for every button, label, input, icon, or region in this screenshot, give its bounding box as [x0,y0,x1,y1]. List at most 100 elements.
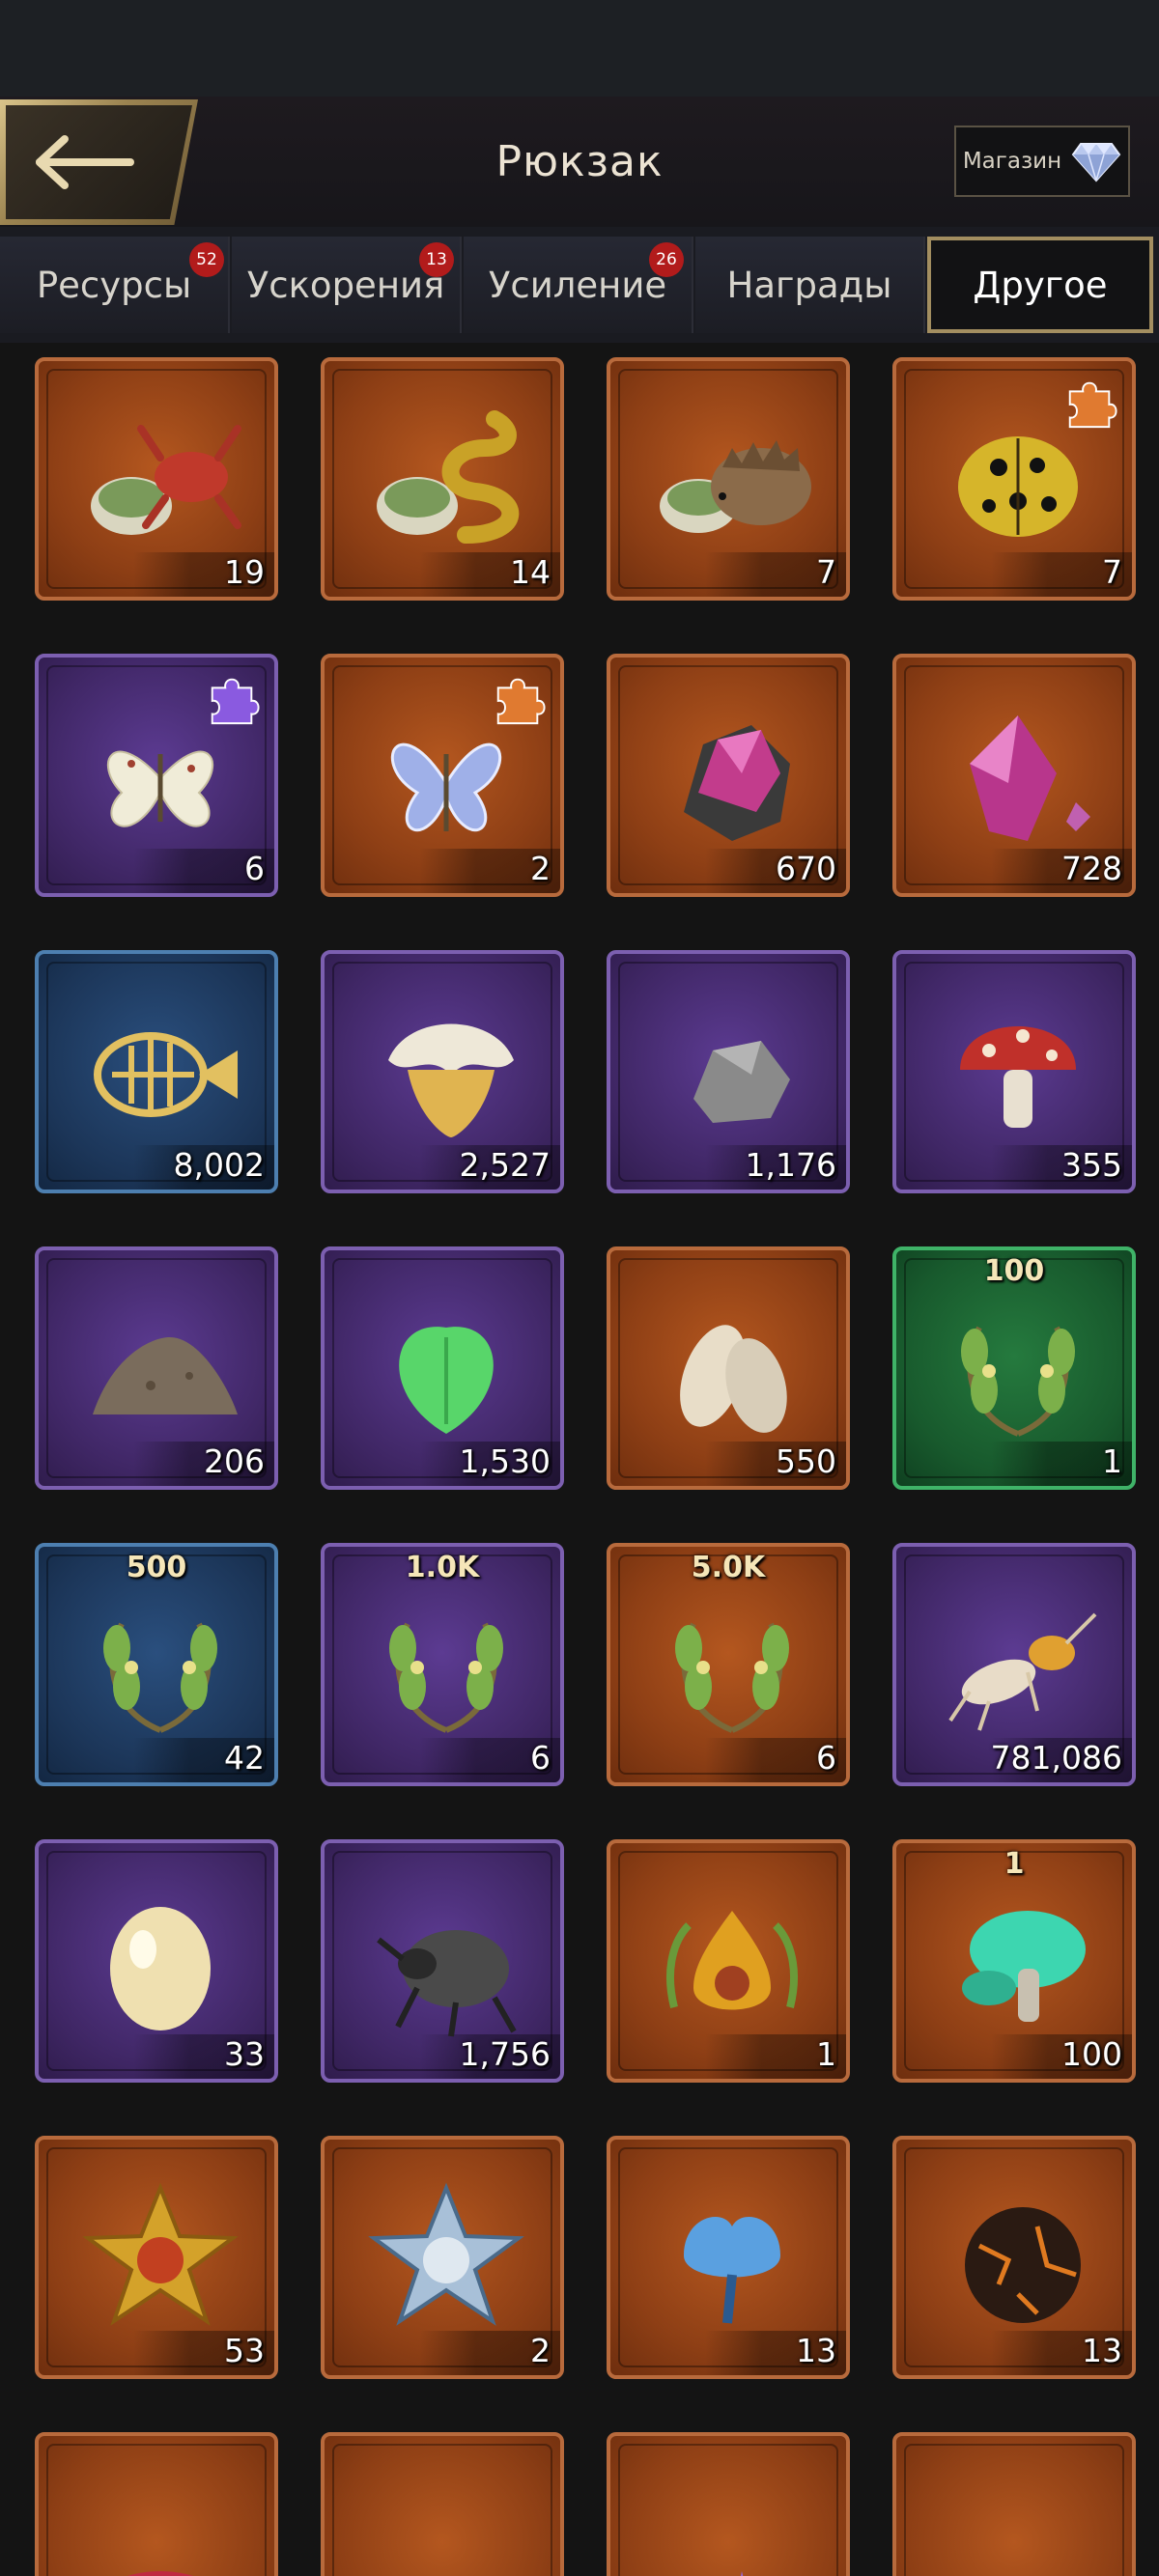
inventory-item-termite[interactable]: 781,086 [892,1543,1136,1786]
red-mushroom-icon [960,1026,1076,1128]
item-count: 781,086 [990,1739,1122,1777]
item-tier-label: 1 [1004,1847,1025,1881]
item-count: 6 [244,850,265,887]
item-count: 1 [816,2035,836,2073]
back-button-face[interactable] [6,105,192,219]
tab-label: Другое [973,264,1108,306]
seeds-icon [680,1325,787,1433]
status-bar [0,0,1159,97]
inventory-item-hedgehog-clam-bait[interactable]: 7 [607,357,850,601]
blue-crystals-icon [931,2465,1105,2576]
inventory-item-snake-clam-bait[interactable]: 14 [321,357,564,601]
inventory-item-stone[interactable]: 1,176 [607,950,850,1193]
item-tier-label: 1.0K [405,1551,480,1584]
inventory-item-silver-star-badge[interactable]: 2 [321,2136,564,2379]
item-grid: 19 14 7 7 6 2 670 728 8,002 2,527 1,176 355 206 1,530… [0,357,1159,2576]
tab-label: Награды [726,264,892,306]
gold-star-badge-icon [82,2182,239,2326]
item-count: 13 [1082,2332,1122,2369]
item-count: 100 [1061,2035,1122,2073]
inventory-item-green-leaves[interactable] [321,2432,564,2576]
inventory-item-seeds[interactable]: 550 [607,1246,850,1490]
inventory-item-crab-clam-bait[interactable]: 19 [35,357,278,601]
item-count: 8,002 [173,1146,265,1184]
termite-icon [948,1612,1097,1731]
item-count: 7 [816,553,836,591]
inventory-item-teal-mushroom[interactable]: 1 100 [892,1839,1136,2083]
inventory-item-crystal-ore[interactable]: 670 [607,654,850,897]
shop-label: Магазин [962,149,1062,174]
stone-icon [693,1041,790,1123]
tab-rewards[interactable]: Награды [695,237,925,333]
tab-other[interactable]: Другое [927,237,1153,333]
teal-mushroom-icon [962,1911,1086,2022]
tab-label: Усиление [488,264,667,306]
item-count: 33 [224,2035,265,2073]
shop-button[interactable]: Магазин [954,126,1130,197]
inventory-item-lava-orb[interactable]: 13 [892,2136,1136,2379]
purple-crystals-icon [741,2571,744,2576]
oyster-mushroom-icon [388,1023,514,1137]
inventory-item-laurel-1k[interactable]: 1.0K 6 [321,1543,564,1786]
inventory-item-oyster-mushroom[interactable]: 2,527 [321,950,564,1193]
inventory-item-blue-butterfly-fragment[interactable]: 2 [321,654,564,897]
inventory-item-ladybug-fragment[interactable]: 7 [892,357,1136,601]
item-count: 1 [1102,1442,1122,1480]
inventory-item-laurel-500[interactable]: 500 42 [35,1543,278,1786]
inventory-item-soil-pile[interactable]: 206 [35,1246,278,1490]
inventory-item-blue-crystals[interactable] [892,2432,1136,2576]
inventory-item-laurel-5k[interactable]: 5.0K 6 [607,1543,850,1786]
puzzle-piece-icon [1068,381,1117,429]
laurel-icon [675,1622,789,1733]
inventory-item-blue-flower[interactable]: 13 [607,2136,850,2379]
item-count: 670 [776,850,836,887]
tab-label: Ускорения [246,264,445,306]
crab-icon [91,425,241,535]
inventory-item-laurel-100[interactable]: 100 1 [892,1246,1136,1490]
back-button[interactable] [0,99,198,225]
inventory-item-red-mushroom[interactable]: 355 [892,950,1136,1193]
item-count: 14 [510,553,551,591]
item-tier-label: 500 [126,1551,187,1584]
amber-emblem-icon [665,1911,799,2010]
item-count: 1,176 [745,1146,836,1184]
crystal-shard-icon [970,715,1090,841]
item-count: 7 [1102,553,1122,591]
tab-speedups[interactable]: Ускорения 13 [232,237,462,333]
fish-skeleton-icon [94,1032,238,1117]
item-count: 550 [776,1442,836,1480]
snake-icon [377,410,520,544]
inventory-item-green-leaf[interactable]: 1,530 [321,1246,564,1490]
inventory-item-rhino-beetle[interactable]: 1,756 [321,1839,564,2083]
egg-icon [110,1907,211,2030]
tab-badge: 52 [189,242,224,277]
item-count: 6 [816,1739,836,1777]
item-count: 13 [796,2332,836,2369]
lava-orb-icon [965,2207,1081,2323]
inventory-item-amber-emblem[interactable]: 1 [607,1839,850,2083]
tab-boosts[interactable]: Усиление 26 [464,237,693,333]
inventory-item-egg[interactable]: 33 [35,1839,278,2083]
hedgehog-icon [660,440,811,533]
inventory-item-purple-crystals[interactable] [607,2432,850,2576]
laurel-icon [103,1622,217,1733]
page-title: Рюкзак [495,137,664,186]
inventory-item-fish-skeleton[interactable]: 8,002 [35,950,278,1193]
item-count: 6 [530,1739,551,1777]
tab-badge: 13 [419,242,454,277]
item-count: 355 [1061,1146,1122,1184]
item-tier-label: 5.0K [691,1551,766,1584]
blue-flower-icon [684,2217,780,2324]
laurel-icon [961,1326,1075,1437]
item-count: 2 [530,2332,551,2369]
item-count: 2,527 [459,1146,551,1184]
tab-resources[interactable]: Ресурсы 52 [0,237,230,333]
inventory-item-white-butterfly-fragment[interactable]: 6 [35,654,278,897]
red-flower-icon [127,2571,193,2576]
item-count: 2 [530,850,551,887]
item-count: 1,756 [459,2035,551,2073]
inventory-item-red-flower[interactable] [35,2432,278,2576]
inventory-item-crystal-shards[interactable]: 728 [892,654,1136,897]
item-count: 19 [224,553,265,591]
inventory-item-gold-star-badge[interactable]: 53 [35,2136,278,2379]
